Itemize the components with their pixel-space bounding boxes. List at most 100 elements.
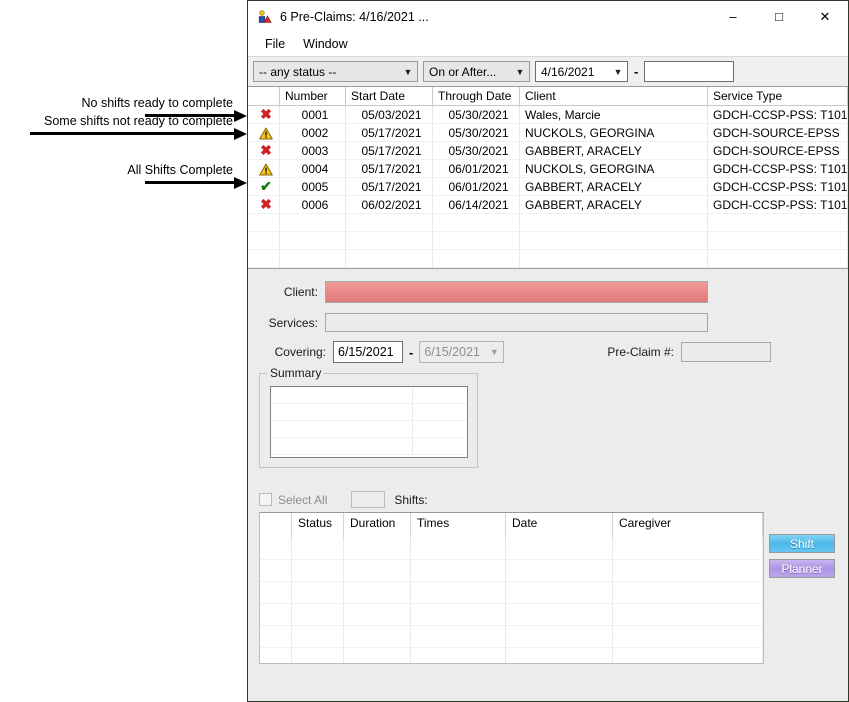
row-through-date: 06/01/2021 — [432, 159, 520, 178]
table-row[interactable]: ✖ 0006 06/02/2021 06/14/2021 GABBERT, ARACEL… — [248, 195, 848, 214]
annotation-label: All Shifts Complete — [127, 163, 233, 177]
shifts-column-header-times[interactable]: Times — [410, 513, 506, 538]
window-controls: – □ ✕ — [710, 1, 848, 32]
date-to-input[interactable] — [644, 61, 735, 82]
row-client: GABBERT, ARACELY — [519, 177, 708, 196]
chevron-down-icon: ▼ — [403, 66, 413, 77]
select-all-checkbox[interactable] — [259, 493, 272, 506]
row-through-date: 05/30/2021 — [432, 141, 520, 160]
select-all-row: Select All Shifts: — [259, 491, 428, 508]
shifts-grid: Status Duration Times Date Caregiver — [259, 512, 764, 664]
row-start-date: 05/17/2021 — [345, 123, 433, 142]
shift-button[interactable]: Shift — [769, 534, 835, 553]
row-status-icon: ✖ — [248, 105, 280, 124]
row-start-date: 05/17/2021 — [345, 141, 433, 160]
column-header-service-type[interactable]: Service Type — [707, 87, 848, 106]
planner-button[interactable]: Planner — [769, 559, 835, 578]
window-title: 6 Pre-Claims: 4/16/2021 ... — [280, 9, 429, 24]
table-row-empty[interactable] — [248, 231, 848, 250]
summary-row — [271, 404, 467, 421]
date-mode-dropdown[interactable]: On or After... ▼ — [423, 61, 530, 82]
pre-claims-grid: Number Start Date Through Date Client Se… — [248, 87, 848, 269]
grid-header-row: Number Start Date Through Date Client Se… — [248, 87, 848, 106]
table-row[interactable]: ✖ 0001 05/03/2021 05/30/2021 Wales, Marcie GD… — [248, 105, 848, 124]
row-client: NUCKOLS, GEORGINA — [519, 159, 708, 178]
menu-item-window[interactable]: Window — [294, 34, 356, 54]
minimize-icon[interactable]: – — [710, 1, 756, 32]
row-number: 0005 — [279, 177, 346, 196]
row-status-icon: ✖ — [248, 195, 280, 214]
shifts-row-empty[interactable] — [260, 647, 763, 663]
date-mode-value: On or After... — [429, 64, 497, 79]
row-start-date: 05/03/2021 — [345, 105, 433, 124]
column-header-start-date[interactable]: Start Date — [345, 87, 433, 106]
row-service-type: GDCH-SOURCE-EPSS — [707, 123, 848, 142]
row-number: 0006 — [279, 195, 346, 214]
covering-label: Covering: — [274, 345, 326, 359]
shifts-column-header-caregiver[interactable]: Caregiver — [612, 513, 763, 538]
warning-triangle-icon — [259, 163, 273, 176]
status-filter-dropdown[interactable]: -- any status -- ▼ — [253, 61, 418, 82]
shifts-row-empty[interactable] — [260, 603, 763, 626]
menu-item-file[interactable]: File — [256, 34, 294, 54]
row-status-icon: ✖ — [248, 141, 280, 160]
column-header-through-date[interactable]: Through Date — [432, 87, 520, 106]
shifts-column-header-select[interactable] — [260, 513, 292, 538]
shifts-row-empty[interactable] — [260, 538, 763, 560]
people-icon — [257, 9, 273, 25]
preclaim-row: Pre-Claim #: — [598, 342, 771, 362]
row-through-date: 05/30/2021 — [432, 123, 520, 142]
shifts-column-header-date[interactable]: Date — [505, 513, 613, 538]
maximize-icon[interactable]: □ — [756, 1, 802, 32]
shifts-column-header-status[interactable]: Status — [291, 513, 344, 538]
detail-pane: Client: Services: Covering: 6/15/2021 - … — [248, 269, 848, 701]
services-input[interactable] — [324, 313, 708, 332]
annotation-all-shifts-complete: All Shifts Complete — [0, 163, 247, 189]
row-service-type: GDCH-CCSP-PSS: T1019:TF — [707, 105, 848, 124]
shifts-row-empty[interactable] — [260, 581, 763, 604]
row-status-icon: ✔ — [248, 177, 280, 196]
row-client: GABBERT, ARACELY — [519, 195, 708, 214]
column-header-number[interactable]: Number — [279, 87, 346, 106]
shifts-row-empty[interactable] — [260, 625, 763, 648]
row-status-icon — [248, 123, 280, 142]
table-row[interactable]: ✔ 0005 05/17/2021 06/01/2021 GABBERT, ARACEL… — [248, 177, 848, 196]
row-service-type: GDCH-CCSP-PSS: T1019:TF — [707, 177, 848, 196]
summary-row — [271, 387, 467, 404]
row-through-date: 06/01/2021 — [432, 177, 520, 196]
warning-triangle-icon — [259, 127, 273, 140]
summary-groupbox: Summary — [259, 366, 478, 468]
date-from-dropdown[interactable]: 4/16/2021 ▼ — [535, 61, 628, 82]
column-header-status[interactable] — [248, 87, 280, 106]
shifts-header-row: Status Duration Times Date Caregiver — [260, 513, 763, 538]
client-input[interactable] — [324, 281, 708, 303]
preclaim-input[interactable] — [681, 342, 771, 362]
filter-toolbar: -- any status -- ▼ On or After... ▼ 4/16… — [248, 56, 848, 87]
client-label: Client: — [283, 285, 318, 299]
row-service-type: GDCH-SOURCE-EPSS — [707, 141, 848, 160]
summary-label: Summary — [267, 366, 325, 380]
table-row-empty[interactable] — [248, 213, 848, 232]
shifts-column-header-duration[interactable]: Duration — [343, 513, 411, 538]
row-number: 0003 — [279, 141, 346, 160]
covering-separator: - — [409, 344, 414, 360]
table-row[interactable]: 0004 05/17/2021 06/01/2021 NUCKOLS, GEORGIN… — [248, 159, 848, 178]
column-header-client[interactable]: Client — [519, 87, 708, 106]
covering-from-input[interactable]: 6/15/2021 — [333, 341, 403, 363]
summary-row — [271, 438, 467, 455]
row-number: 0001 — [279, 105, 346, 124]
summary-table[interactable] — [270, 386, 468, 458]
shifts-row-empty[interactable] — [260, 559, 763, 582]
table-row[interactable]: 0002 05/17/2021 05/30/2021 NUCKOLS, GEORGIN… — [248, 123, 848, 142]
close-icon[interactable]: ✕ — [802, 1, 848, 32]
arrow-right-icon — [0, 128, 247, 140]
check-icon: ✔ — [260, 178, 272, 194]
covering-to-dropdown[interactable]: 6/15/2021 ▼ — [419, 341, 505, 363]
row-number: 0004 — [279, 159, 346, 178]
title-bar: 6 Pre-Claims: 4/16/2021 ... – □ ✕ — [248, 1, 848, 32]
table-row[interactable]: ✖ 0003 05/17/2021 05/30/2021 GABBERT, ARACEL… — [248, 141, 848, 160]
chevron-down-icon: ▼ — [515, 66, 525, 77]
row-through-date: 06/14/2021 — [432, 195, 520, 214]
table-row-empty[interactable] — [248, 249, 848, 268]
row-status-icon — [248, 159, 280, 178]
